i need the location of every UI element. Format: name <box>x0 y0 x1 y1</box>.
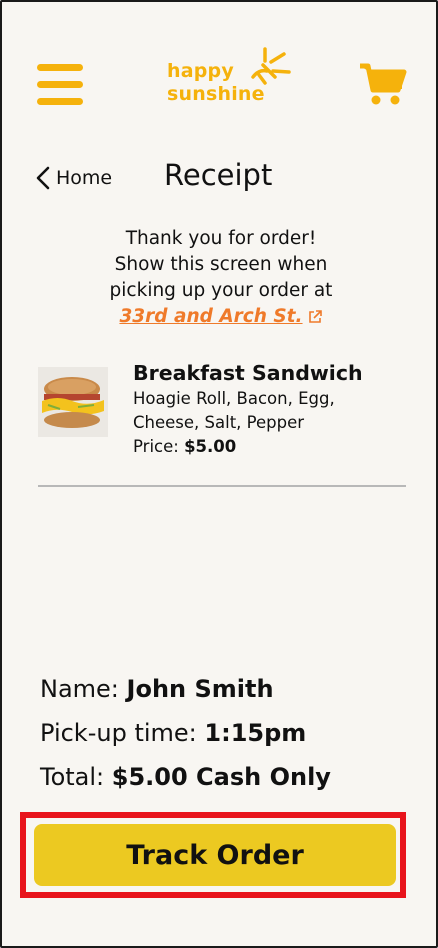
name-value: John Smith <box>126 675 274 703</box>
pickup-location: 33rd and Arch St. <box>62 304 380 330</box>
pickup-label: Pick-up time: <box>40 719 197 747</box>
summary-total: Total: $5.00 Cash Only <box>40 755 331 799</box>
sun-logo-icon <box>251 47 291 85</box>
brand-logo[interactable]: happy sunshine <box>167 47 297 111</box>
total-value: $5.00 Cash Only <box>111 763 331 791</box>
item-description-line-1: Hoagie Roll, Bacon, Egg, <box>133 389 335 408</box>
item-name: Breakfast Sandwich <box>133 361 363 385</box>
divider <box>38 485 406 487</box>
price-value: $5.00 <box>184 437 237 456</box>
cart-icon[interactable] <box>358 62 408 106</box>
summary-pickup: Pick-up time: 1:15pm <box>40 711 331 755</box>
back-label: Home <box>56 167 113 189</box>
summary-name: Name: John Smith <box>40 667 331 711</box>
message-line-3: picking up your order at <box>109 280 333 301</box>
breakfast-sandwich-image <box>38 367 108 437</box>
chevron-left-icon <box>36 166 50 190</box>
back-home-link[interactable]: Home <box>36 162 112 194</box>
phone-frame: happy sunshine Home Receipt Thank you fo… <box>0 0 438 948</box>
name-label: Name: <box>40 675 119 703</box>
order-summary: Name: John Smith Pick-up time: 1:15pm To… <box>40 667 331 799</box>
message-line-1: Thank you for order! <box>125 228 317 249</box>
message-line-2: Show this screen when <box>114 254 328 275</box>
track-order-highlight: Track Order <box>20 812 406 898</box>
track-order-button[interactable]: Track Order <box>34 824 396 886</box>
order-item: Breakfast Sandwich Hoagie Roll, Bacon, E… <box>133 359 433 459</box>
item-price: Price: $5.00 <box>133 435 433 459</box>
page-title: Receipt <box>164 158 273 192</box>
location-link[interactable]: 33rd and Arch St. <box>119 306 302 327</box>
pickup-value: 1:15pm <box>204 719 307 747</box>
thank-you-message: Thank you for order! Show this screen wh… <box>62 226 380 330</box>
price-label: Price: <box>133 437 179 456</box>
external-link-icon[interactable] <box>307 309 323 325</box>
total-label: Total: <box>40 763 105 791</box>
item-description-line-2: Cheese, Salt, Pepper <box>133 413 305 432</box>
hamburger-menu-icon[interactable] <box>37 64 85 106</box>
